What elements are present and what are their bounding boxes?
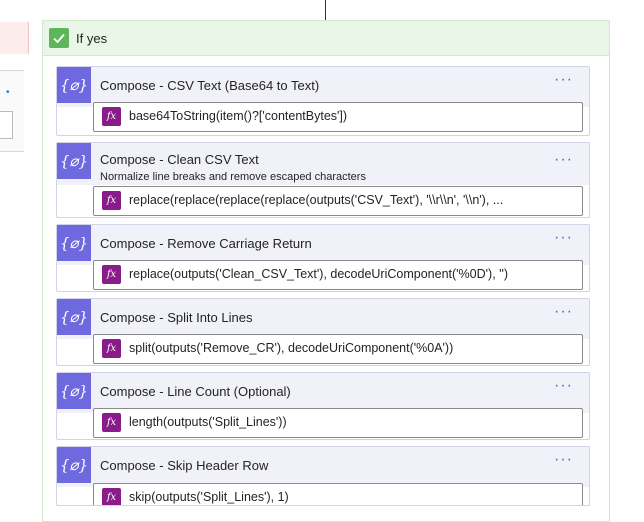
action-title: Compose - Clean CSV Text bbox=[100, 152, 259, 167]
action-card-remove-cr[interactable]: {⌀} Compose - Remove Carriage Return ···… bbox=[56, 224, 590, 292]
fx-expression-icon[interactable]: fx bbox=[102, 107, 121, 126]
expression-text: split(outputs('Remove_CR'), decodeUriCom… bbox=[129, 341, 454, 355]
adjacent-field[interactable] bbox=[0, 111, 13, 139]
expression-text: skip(outputs('Split_Lines'), 1) bbox=[129, 490, 289, 504]
more-options-icon[interactable]: ··· bbox=[554, 377, 573, 395]
expression-field[interactable]: fx replace(outputs('Clean_CSV_Text'), de… bbox=[93, 260, 583, 290]
action-card-clean-csv[interactable]: {⌀} Compose - Clean CSV Text Normalize l… bbox=[56, 142, 590, 218]
action-title: Compose - Split Into Lines bbox=[100, 310, 253, 325]
compose-braces-icon: {⌀} bbox=[57, 299, 91, 335]
action-title: Compose - CSV Text (Base64 to Text) bbox=[100, 78, 320, 93]
fx-expression-icon[interactable]: fx bbox=[102, 488, 121, 505]
action-title: Compose - Skip Header Row bbox=[100, 458, 269, 473]
checkmark-icon bbox=[49, 28, 69, 48]
compose-braces-icon: {⌀} bbox=[57, 143, 91, 179]
more-options-icon[interactable]: ··· bbox=[554, 303, 573, 321]
more-options-icon[interactable]: ··· bbox=[554, 151, 573, 169]
expression-field[interactable]: fx skip(outputs('Split_Lines'), 1) bbox=[93, 483, 583, 505]
expression-text: replace(replace(replace(replace(outputs(… bbox=[129, 193, 504, 207]
more-options-icon[interactable]: ··· bbox=[554, 71, 573, 89]
adjacent-branch-panel: • bbox=[0, 70, 24, 152]
compose-braces-icon: {⌀} bbox=[57, 447, 91, 483]
expression-text: replace(outputs('Clean_CSV_Text'), decod… bbox=[129, 267, 509, 281]
action-card-split-lines[interactable]: {⌀} Compose - Split Into Lines ··· fx sp… bbox=[56, 298, 590, 366]
fx-expression-icon[interactable]: fx bbox=[102, 413, 121, 432]
expression-text: base64ToString(item()?['contentBytes']) bbox=[129, 109, 348, 123]
fx-expression-icon[interactable]: fx bbox=[102, 265, 121, 284]
adjacent-branch-header bbox=[0, 22, 29, 54]
action-title: Compose - Remove Carriage Return bbox=[100, 236, 312, 251]
flow-connector bbox=[325, 0, 326, 20]
compose-braces-icon: {⌀} bbox=[57, 373, 91, 409]
fx-expression-icon[interactable]: fx bbox=[102, 339, 121, 358]
action-card-line-count[interactable]: {⌀} Compose - Line Count (Optional) ··· … bbox=[56, 372, 590, 440]
action-title: Compose - Line Count (Optional) bbox=[100, 384, 291, 399]
more-options-icon[interactable]: ··· bbox=[554, 229, 573, 247]
action-subtitle: Normalize line breaks and remove escaped… bbox=[100, 171, 366, 183]
scope-title: If yes bbox=[76, 30, 108, 46]
expression-field[interactable]: fx base64ToString(item()?['contentBytes'… bbox=[93, 102, 583, 132]
if-yes-header[interactable]: If yes bbox=[43, 21, 609, 56]
more-options-icon[interactable]: ··· bbox=[554, 451, 573, 469]
compose-braces-icon: {⌀} bbox=[57, 225, 91, 261]
action-card-skip-header[interactable]: {⌀} Compose - Skip Header Row ··· fx ski… bbox=[56, 446, 590, 506]
expression-text: length(outputs('Split_Lines')) bbox=[129, 415, 287, 429]
dot-icon: • bbox=[6, 87, 10, 98]
action-card-csv-text[interactable]: {⌀} Compose - CSV Text (Base64 to Text) … bbox=[56, 66, 590, 136]
expression-field[interactable]: fx replace(replace(replace(replace(outpu… bbox=[93, 186, 583, 216]
fx-expression-icon[interactable]: fx bbox=[102, 191, 121, 210]
expression-field[interactable]: fx split(outputs('Remove_CR'), decodeUri… bbox=[93, 334, 583, 364]
compose-braces-icon: {⌀} bbox=[57, 67, 91, 103]
expression-field[interactable]: fx length(outputs('Split_Lines')) bbox=[93, 408, 583, 438]
